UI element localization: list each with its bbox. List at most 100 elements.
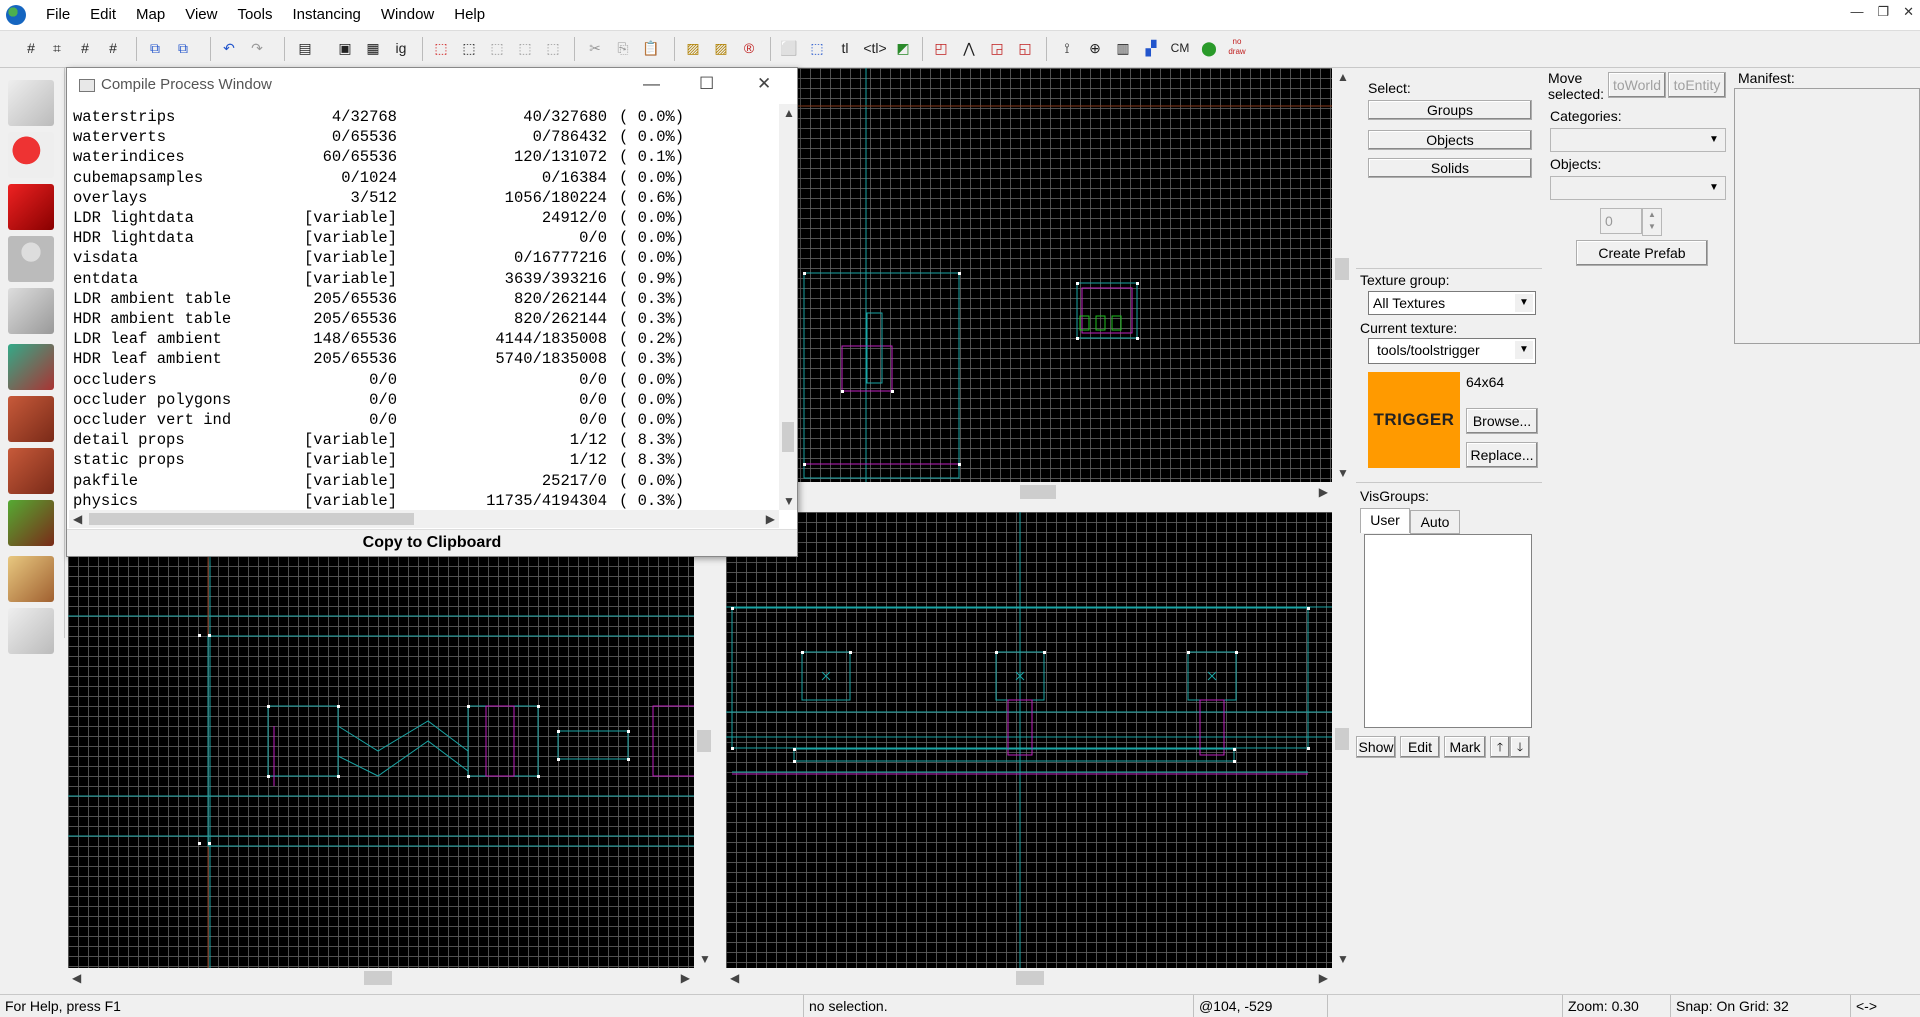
grid-larger-icon[interactable]: # (102, 37, 124, 59)
visgroup-show-button[interactable]: Show (1356, 736, 1396, 758)
menu-window[interactable]: Window (371, 0, 444, 30)
minimize-icon[interactable]: — (643, 74, 660, 94)
prefab-count-input[interactable]: 0 (1600, 208, 1642, 234)
visgroup-move-icon[interactable]: ⬚ (514, 37, 536, 59)
compile-log[interactable]: waterstrips 4/32768 40/327680( 0.0%) waterv… (69, 104, 779, 510)
menu-instancing[interactable]: Instancing (283, 0, 371, 30)
hide-unselected-icon[interactable]: ⬚ (458, 37, 480, 59)
visgroup-up-button[interactable]: 🡑 (1490, 736, 1510, 758)
texlock-button[interactable]: tl (834, 37, 856, 59)
cordon-icon[interactable]: ⟟ (1056, 37, 1078, 59)
viewport-front[interactable] (726, 512, 1332, 968)
texture-preview[interactable]: TRIGGER (1368, 372, 1460, 468)
apply-texture-icon[interactable] (8, 396, 54, 442)
selection-box-icon[interactable]: ⬜ (778, 37, 800, 59)
compile-log-vscroll[interactable]: ▲ ▼ (779, 104, 797, 510)
auto-select-icon[interactable]: ⬚ (806, 37, 828, 59)
group-icon[interactable]: ⧉ (172, 37, 194, 59)
viewport-top[interactable] (790, 68, 1332, 482)
compile-log-hscroll[interactable]: ◀ ▶ (69, 510, 779, 528)
visgroups-tab-auto[interactable]: Auto (1410, 510, 1460, 534)
menu-tools[interactable]: Tools (227, 0, 282, 30)
texture-lock-icon[interactable]: ▣ (334, 37, 356, 59)
menu-help[interactable]: Help (444, 0, 495, 30)
viewport-top-vscroll[interactable]: ▲ ▼ (1332, 68, 1352, 482)
select-solids-button[interactable]: Solids (1368, 158, 1532, 178)
select-objects-button[interactable]: Objects (1368, 130, 1532, 150)
close-icon[interactable]: ✕ (757, 74, 771, 94)
overlay-tool-icon[interactable] (8, 500, 54, 546)
visgroup-down-button[interactable]: 🡓 (1510, 736, 1530, 758)
map-info-icon[interactable]: ▥ (1112, 37, 1134, 59)
current-texture-select[interactable]: tools/toolstrigger ▼ (1368, 338, 1536, 364)
redo-icon[interactable]: ↷ (246, 37, 268, 59)
vertex-tool-icon[interactable] (8, 608, 54, 654)
to-entity-button[interactable]: toEntity (1668, 72, 1726, 98)
manifest-list[interactable] (1734, 88, 1920, 344)
objects-select[interactable]: ▼ (1550, 176, 1726, 200)
block-tool-icon[interactable] (8, 288, 54, 334)
unhide-icon[interactable]: ⬚ (486, 37, 508, 59)
compile-window-titlebar[interactable]: Compile Process Window — ☐ ✕ (67, 68, 797, 100)
viewport-side-hscroll[interactable]: ◀ ▶ (68, 968, 694, 988)
copy-to-clipboard-button[interactable]: Copy to Clipboard (67, 529, 797, 556)
texture-tool-icon[interactable] (8, 344, 54, 390)
texture-group-select[interactable]: All Textures ▼ (1368, 291, 1536, 315)
cubemap-button[interactable]: CM (1166, 37, 1194, 59)
nodraw-button[interactable]: no draw (1226, 37, 1248, 59)
visgroup-edit-button[interactable]: Edit (1400, 736, 1440, 758)
entity-tool-icon[interactable] (8, 236, 54, 282)
viewport-front-vscroll[interactable]: ▼ (1332, 512, 1352, 968)
close-icon[interactable]: ✕ (1903, 4, 1914, 20)
check-problems-icon[interactable]: ▞ (1140, 37, 1162, 59)
decal-icon[interactable]: ◲ (986, 37, 1008, 59)
prefab-count-spinner[interactable]: ▲ ▼ (1642, 208, 1662, 236)
menu-view[interactable]: View (175, 0, 227, 30)
grid-3d-icon[interactable]: ⌗ (46, 37, 68, 59)
radius-culling-icon[interactable]: ® (738, 37, 760, 59)
maximize-icon[interactable]: ☐ (699, 74, 714, 94)
clip-icon[interactable]: ⋀ (958, 37, 980, 59)
create-prefab-button[interactable]: Create Prefab (1576, 240, 1708, 266)
magnify-tool-icon[interactable] (8, 132, 54, 178)
select-groups-button[interactable]: Groups (1368, 100, 1532, 120)
undo-icon[interactable]: ↶ (218, 37, 240, 59)
visgroups-list[interactable] (1364, 534, 1532, 728)
toggle-models-icon[interactable]: ▨ (710, 37, 732, 59)
visgroups-tab-user[interactable]: User (1360, 508, 1410, 533)
flip-icon[interactable]: ◩ (892, 37, 914, 59)
menu-file[interactable]: File (36, 0, 80, 30)
replace-button[interactable]: Replace... (1466, 442, 1538, 468)
to-world-button[interactable]: toWorld (1608, 72, 1666, 98)
entity-report-icon[interactable]: ⊕ (1084, 37, 1106, 59)
paste-special-icon[interactable]: ▤ (294, 37, 316, 59)
draw-solid-icon[interactable]: ◰ (930, 37, 952, 59)
menu-map[interactable]: Map (126, 0, 175, 30)
run-map-icon[interactable]: ⬤ (1198, 37, 1220, 59)
grid-toggle-icon[interactable]: # (20, 37, 42, 59)
cut-icon[interactable]: ✂ (584, 37, 606, 59)
visgroup-new-icon[interactable]: ⬚ (542, 37, 564, 59)
categories-select[interactable]: ▼ (1550, 128, 1726, 152)
clipping-tool-icon[interactable] (8, 556, 54, 602)
viewport-front-hscroll[interactable]: ◀ ▶ (726, 968, 1332, 988)
carve-icon[interactable]: ⧉ (144, 37, 166, 59)
selection-tool-icon[interactable] (8, 80, 54, 126)
copy-icon[interactable]: ⎘ (612, 37, 634, 59)
texlock-scale-button[interactable]: <tl> (862, 37, 888, 59)
paste-icon[interactable]: 📋 (640, 37, 662, 59)
restore-icon[interactable]: ❐ (1877, 4, 1889, 20)
grid-smaller-icon[interactable]: # (74, 37, 96, 59)
ignore-groups-button[interactable]: ig (390, 37, 412, 59)
toggle-helpers-icon[interactable]: ▨ (682, 37, 704, 59)
overlay-icon[interactable]: ◱ (1014, 37, 1036, 59)
viewport-top-hscroll[interactable]: ▶ (790, 482, 1332, 502)
minimize-icon[interactable]: — (1850, 4, 1863, 20)
texture-scale-lock-icon[interactable]: ▦ (362, 37, 384, 59)
menu-edit[interactable]: Edit (80, 0, 126, 30)
viewport-side[interactable] (68, 556, 694, 968)
browse-button[interactable]: Browse... (1466, 408, 1538, 434)
visgroup-mark-button[interactable]: Mark (1444, 736, 1486, 758)
decal-tool-icon[interactable] (8, 448, 54, 494)
viewport-side-vscroll[interactable]: ▼ (694, 556, 714, 968)
